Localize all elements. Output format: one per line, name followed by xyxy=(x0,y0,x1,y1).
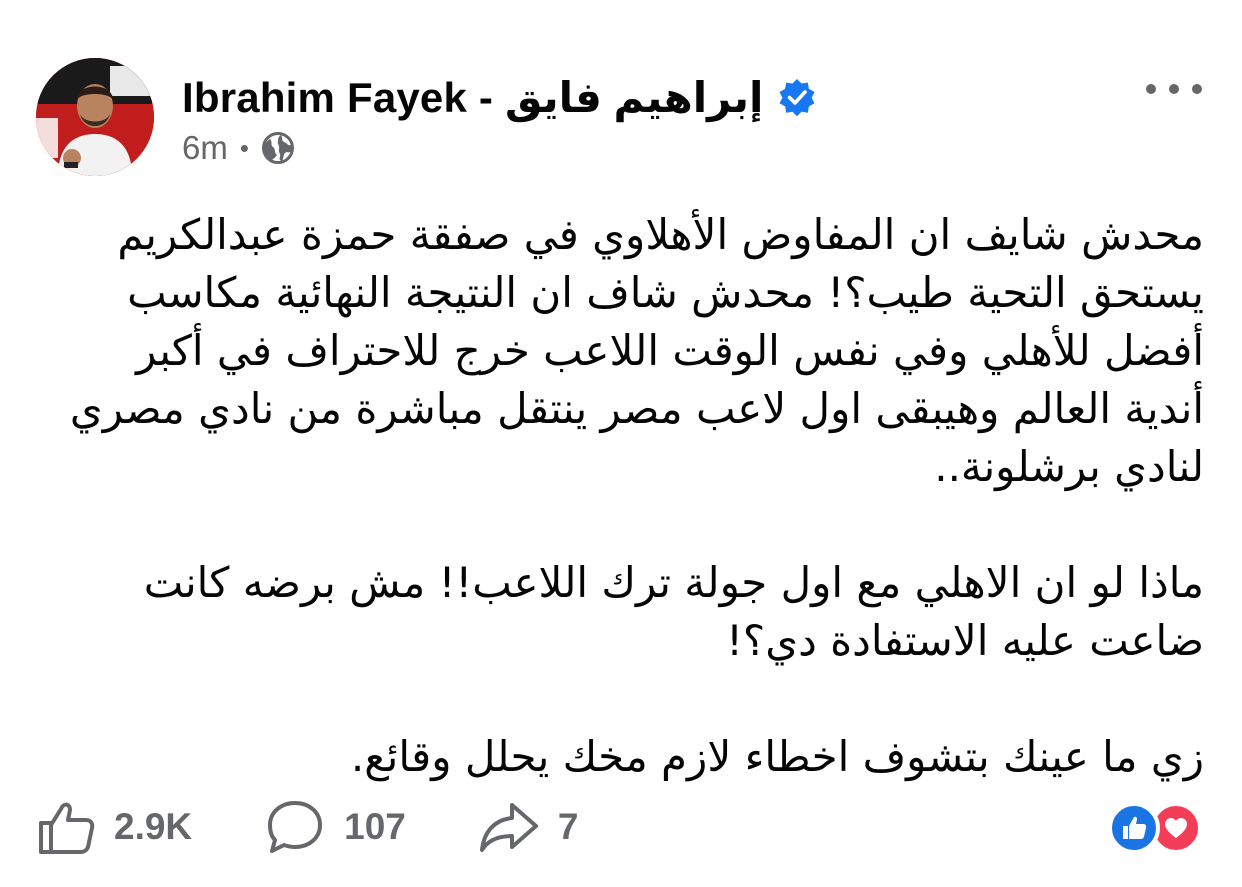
post-paragraph: محدش شايف ان المفاوض الأهلاوي في صفقة حم… xyxy=(69,210,1204,491)
author-name[interactable]: Ibrahim Fayek - إبراهيم فايق xyxy=(182,73,763,122)
like-reaction-icon xyxy=(1108,802,1160,854)
post-paragraph: ماذا لو ان الاهلي مع اول جولة ترك اللاعب… xyxy=(143,558,1204,665)
comment-count: 107 xyxy=(344,806,406,847)
share-button[interactable]: 7 xyxy=(478,796,579,858)
like-button[interactable]: 2.9K xyxy=(36,797,192,857)
more-dot xyxy=(1192,84,1202,94)
post-body: محدش شايف ان المفاوض الأهلاوي في صفقة حم… xyxy=(50,206,1204,786)
more-dot xyxy=(1169,84,1179,94)
thumbs-up-icon xyxy=(39,802,95,854)
meta-separator: • xyxy=(239,132,249,163)
comment-bubble-icon xyxy=(268,801,323,853)
author-row: Ibrahim Fayek - إبراهيم فايق xyxy=(182,70,817,124)
post-actions: 2.9K 107 7 xyxy=(36,796,650,858)
reaction-summary[interactable] xyxy=(1108,800,1206,856)
verified-badge-icon xyxy=(777,77,817,117)
share-arrow-icon xyxy=(479,803,538,852)
share-count: 7 xyxy=(557,806,579,847)
post-timestamp[interactable]: 6m xyxy=(182,129,228,167)
more-options-icon[interactable] xyxy=(1146,74,1202,104)
like-count: 2.9K xyxy=(114,806,193,847)
comment-button[interactable]: 107 xyxy=(264,796,406,858)
post-meta: 6m • xyxy=(182,126,295,170)
globe-icon[interactable] xyxy=(261,131,295,165)
facebook-post: Ibrahim Fayek - إبراهيم فايق 6m • محدش ش… xyxy=(0,0,1242,887)
post-paragraph: زي ما عينك بتشوف اخطاء لازم مخك يحلل وقا… xyxy=(350,732,1204,781)
author-avatar[interactable] xyxy=(36,58,154,176)
more-dot xyxy=(1146,84,1156,94)
